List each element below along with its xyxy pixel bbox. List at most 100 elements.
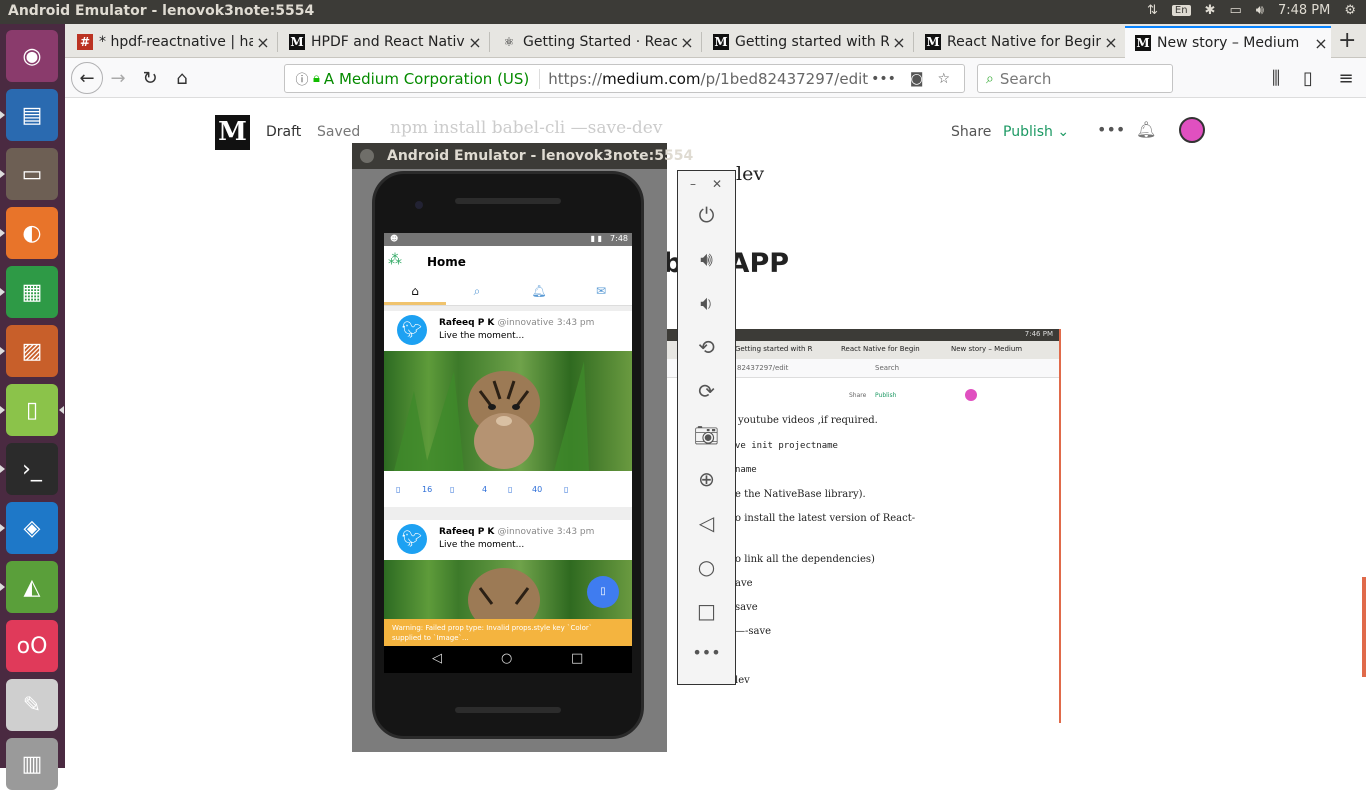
running-indicator [0,524,5,532]
site-identity[interactable]: A Medium Corporation (US) [324,70,529,88]
rotate-right-icon[interactable]: ⟳ [678,379,735,403]
android-recents-icon[interactable]: □ [571,651,583,666]
tab-hpdf-reactnative[interactable]: # * hpdf-reactnative | ha × [67,26,273,58]
editor-text-line[interactable]: lev [736,163,764,185]
reply-icon[interactable]: ▯ [396,485,400,494]
library-icon[interactable]: ⫼ [1263,65,1289,91]
minimize-icon[interactable]: – [690,177,696,191]
android-home-icon[interactable]: ○ [501,651,512,666]
close-tab-icon[interactable]: × [465,33,485,52]
page-actions-icon[interactable]: ••• [871,71,896,87]
camera-screenshot-icon[interactable]: 📷︎ [678,423,735,447]
close-icon[interactable]: ✕ [712,177,722,191]
like-icon[interactable]: ▯ [508,485,512,494]
forward-button[interactable]: → [105,65,131,91]
android-status-bar: ☻ ▮ ▮ 7:48 [384,233,632,246]
battery-icon[interactable]: ▭ [1229,3,1241,18]
bookmark-star-icon[interactable]: ☆ [937,71,950,87]
back-button[interactable]: ← [71,62,103,94]
avatar[interactable] [1179,117,1205,143]
more-options-icon[interactable]: ••• [1097,120,1125,139]
tweet-card[interactable]: 🐦︎ Rafeeq P K @innovative 3:43 pm Live t… [384,311,632,507]
libreoffice-writer-icon[interactable]: ▤ [0,89,58,141]
yellow-box-warning[interactable]: Warning: Failed prop type: Invalid props… [384,619,632,646]
info-icon[interactable]: ⓘ [291,69,313,88]
url-bar[interactable]: ⓘ 🔒︎ A Medium Corporation (US) https://m… [284,64,965,93]
home-button[interactable]: ⌂ [169,65,195,91]
terminal-icon[interactable]: ›_ [0,443,58,495]
twitter-bird-icon[interactable]: 🐦︎ [397,524,427,554]
tab-new-story-medium[interactable]: M New story – Medium × [1125,26,1331,58]
browser-nav-bar: ← → ↻ ⌂ ⓘ 🔒︎ A Medium Corporation (US) h… [65,58,1366,98]
retweet-icon[interactable]: ▯ [450,485,454,494]
share-icon[interactable]: ▯ [564,485,568,494]
hash-favicon-icon: # [77,34,93,50]
share-button[interactable]: Share [951,124,991,140]
home-tab-icon[interactable]: ⌂ [384,284,446,298]
page-scroll-indicator[interactable] [1362,577,1366,677]
back-icon[interactable]: ◁ [678,511,735,535]
tab-getting-started-with-r[interactable]: M Getting started with R × [703,26,909,58]
new-tab-button[interactable]: + [1338,28,1356,53]
rotate-left-icon[interactable]: ⟲ [678,335,735,359]
embedded-line: save [735,602,758,613]
menu-icon[interactable]: ≡ [1333,65,1359,91]
like-count: 40 [532,485,543,494]
floating-action-button[interactable]: ▯ [587,576,619,608]
volume-icon[interactable]: 🔊︎ [1256,3,1264,18]
embedded-clock: 7:46 PM [1024,330,1053,338]
android-emulator-icon[interactable]: ▯ [0,384,64,436]
settings-gear-icon[interactable]: ⚙ [1344,3,1356,18]
more-icon[interactable]: ••• [678,643,735,662]
close-tab-icon[interactable]: × [1101,33,1121,52]
tab-hpdf-react-native[interactable]: M HPDF and React Nativ × [279,26,485,58]
tiger-cub-image[interactable] [384,351,632,471]
text-editor-icon[interactable]: ✎ [6,679,58,731]
libreoffice-impress-icon[interactable]: ▨ [0,325,58,377]
pocket-icon[interactable]: ◙ [910,71,924,87]
sidebar-icon[interactable]: ▯ [1295,65,1321,91]
close-tab-icon[interactable]: × [253,33,273,52]
files-icon[interactable]: ▭ [0,148,58,200]
power-icon[interactable]: ⏻ [678,203,735,227]
close-tab-icon[interactable]: × [1311,34,1331,53]
libreoffice-calc-icon[interactable]: ▦ [0,266,58,318]
notifications-tab-icon[interactable]: 🔔︎ [508,284,570,298]
ubuntu-dash-icon[interactable]: ◉ [6,30,58,82]
tab-getting-started-react[interactable]: ⚛ Getting Started · React × [491,26,697,58]
notifications-bell-icon[interactable]: 🔔︎ [1136,120,1156,139]
volume-down-icon[interactable]: 🔉︎ [678,291,735,315]
close-tab-icon[interactable]: × [677,33,697,52]
lock-icon[interactable]: 🔒︎ [313,71,320,86]
search-input[interactable]: ⌕ Search [977,64,1173,93]
twitter-bird-icon[interactable]: 🐦︎ [397,315,427,345]
keyboard-layout-indicator[interactable]: En [1171,5,1191,16]
publish-button[interactable]: Publish ⌄ [1003,124,1069,140]
close-tab-icon[interactable]: × [889,33,909,52]
window-close-button[interactable] [360,149,374,163]
transfer-icon[interactable]: ⇅ [1147,3,1158,18]
firefox-icon[interactable]: ◐ [0,207,58,259]
android-notification-icon: ☻ [390,234,399,243]
phone-screen[interactable]: ☻ ▮ ▮ 7:48 ⁂ Home ⌂ ⌕ 🔔︎ ✉ 🐦︎ Rafeeq P K… [384,233,632,673]
flickr-app-icon[interactable]: oO [6,620,58,672]
android-back-icon[interactable]: ◁ [432,651,442,666]
bluetooth-icon[interactable]: ✱ [1205,3,1216,18]
emulator-title-bar[interactable]: Android Emulator - lenovok3note:5554 [352,143,693,169]
android-nav-bar: ◁ ○ □ [384,646,632,673]
url-text[interactable]: https://medium.com/p/1bed82437297/edit [548,70,871,88]
vscode-icon[interactable]: ◈ [0,502,58,554]
overview-icon[interactable]: □ [678,599,735,623]
android-studio-icon[interactable]: ◭ [0,561,58,613]
tab-react-native-for-beginners[interactable]: M React Native for Begin × [915,26,1121,58]
messages-tab-icon[interactable]: ✉ [570,284,632,298]
search-tab-icon[interactable]: ⌕ [446,284,508,299]
medium-favicon-icon: M [1135,35,1151,51]
reload-button[interactable]: ↻ [137,65,163,91]
zoom-icon[interactable]: ⊕ [678,467,735,491]
volume-up-icon[interactable]: 🔊︎ [678,247,735,271]
medium-logo[interactable]: M [215,115,250,150]
home-icon[interactable]: ○ [678,555,735,579]
clock[interactable]: 7:48 PM [1278,3,1330,18]
trash-icon[interactable]: ▥ [6,738,58,790]
